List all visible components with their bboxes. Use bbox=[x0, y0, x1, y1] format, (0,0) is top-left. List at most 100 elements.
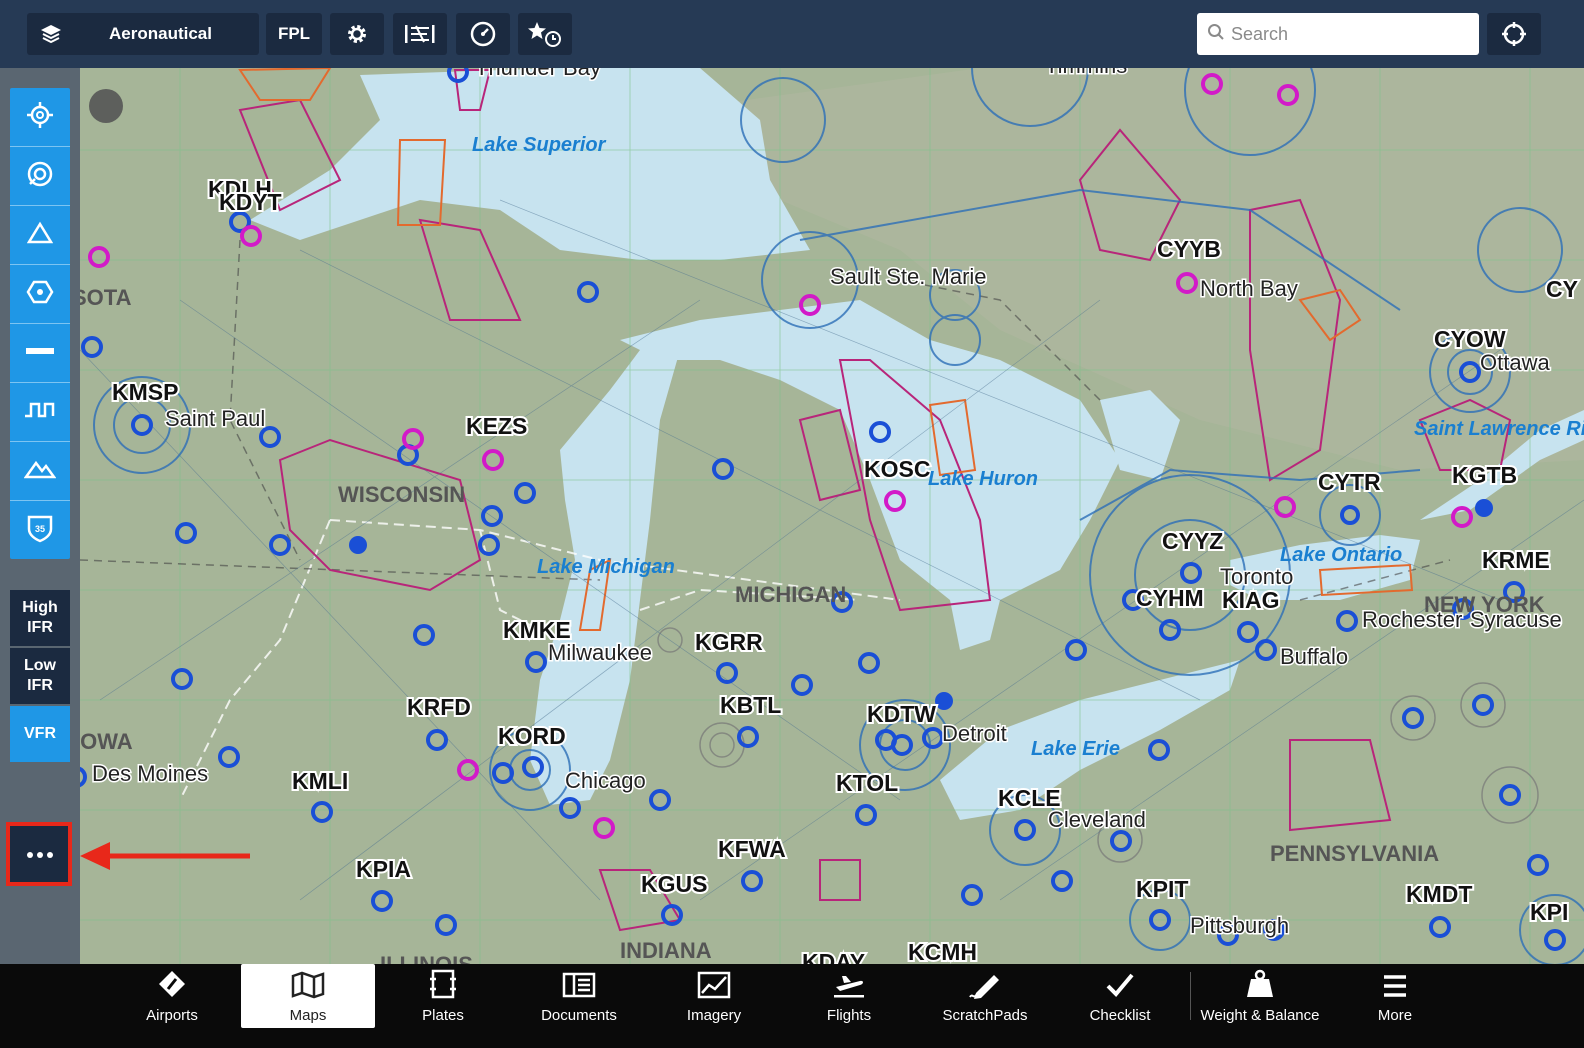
documents-icon bbox=[562, 971, 596, 1007]
layers-button[interactable]: Aeronautical bbox=[27, 13, 259, 55]
low-ifr-button[interactable]: Low IFR bbox=[10, 648, 70, 704]
airport-label: KMDT bbox=[1406, 881, 1472, 907]
airport-label: KPIA bbox=[356, 856, 411, 882]
airport-icon bbox=[157, 969, 187, 1007]
tab-label: Documents bbox=[541, 1007, 617, 1024]
runway-icon bbox=[24, 344, 56, 363]
airport-label: KBTL bbox=[720, 692, 781, 718]
instruments-button[interactable] bbox=[456, 13, 510, 55]
procedure-button[interactable] bbox=[393, 13, 447, 55]
airport-label: KPIT bbox=[1136, 876, 1188, 902]
tab-more[interactable]: More bbox=[1328, 964, 1462, 1028]
tool-center-button[interactable] bbox=[10, 88, 70, 147]
fpl-label: FPL bbox=[277, 24, 311, 43]
state-label: PENNSYLVANIA bbox=[1270, 841, 1439, 866]
lake-label: Lake Huron bbox=[928, 468, 1038, 490]
airport-label: CYYB bbox=[1157, 236, 1221, 262]
airport-label: KDAY bbox=[802, 949, 865, 964]
settings-button[interactable] bbox=[330, 13, 384, 55]
city-label: Ottawa bbox=[1480, 350, 1550, 375]
tab-maps[interactable]: Maps bbox=[241, 964, 375, 1028]
layers-label: Aeronautical bbox=[109, 24, 212, 43]
tab-label: Plates bbox=[422, 1007, 464, 1024]
aeronautical-map[interactable]: KDLH KDYT KMSP KEZS KOSC CYYB CYOW CYTR … bbox=[80, 68, 1584, 964]
mountain-icon bbox=[23, 457, 57, 486]
airport-label: KIAG bbox=[1222, 587, 1280, 613]
tool-ring-button[interactable] bbox=[10, 147, 70, 206]
tab-label: ScratchPads bbox=[942, 1007, 1028, 1024]
gps-location-button[interactable] bbox=[1487, 13, 1541, 55]
airport-label: KRFD bbox=[407, 694, 471, 720]
callout-arrow-icon bbox=[80, 842, 250, 870]
airport-label: KMSP bbox=[112, 379, 178, 405]
airport-label: KCMH bbox=[908, 939, 977, 964]
callout-highlight-box bbox=[6, 822, 72, 886]
fpl-button[interactable]: FPL bbox=[266, 13, 322, 55]
airport-label: CYOW bbox=[1434, 326, 1506, 352]
city-label: Cleveland bbox=[1048, 807, 1146, 832]
tab-scratchpads[interactable]: ScratchPads bbox=[918, 964, 1052, 1028]
airport-label: KTOL bbox=[836, 770, 898, 796]
tab-documents[interactable]: Documents bbox=[512, 964, 646, 1028]
lake-label: Lake Erie bbox=[1031, 738, 1120, 760]
scratchpad-icon bbox=[968, 971, 1002, 1007]
lake-label: Saint Lawrence River bbox=[1414, 418, 1584, 440]
airport-label: KPI bbox=[1530, 899, 1568, 925]
tab-label: More bbox=[1377, 1007, 1413, 1024]
city-label: Buffalo bbox=[1280, 644, 1348, 669]
low-ifr-label: Low IFR bbox=[24, 657, 56, 694]
tab-label: Airports bbox=[146, 1007, 198, 1024]
tab-plates[interactable]: Plates bbox=[376, 964, 510, 1028]
airport-label: KRME bbox=[1482, 547, 1550, 573]
tool-triangle-button[interactable] bbox=[10, 206, 70, 265]
airport-label: CY bbox=[1546, 276, 1578, 302]
state-label: WISCONSIN bbox=[338, 482, 465, 507]
lake-label: Lake Michigan bbox=[537, 556, 675, 578]
airport-label: KGTB bbox=[1452, 462, 1517, 488]
shield-icon: 35 bbox=[26, 513, 54, 548]
favorites-recents-button[interactable] bbox=[518, 13, 572, 55]
vfr-button[interactable]: VFR bbox=[10, 706, 70, 762]
triangle-icon bbox=[26, 221, 54, 250]
crosshair-icon bbox=[1501, 21, 1527, 47]
tool-terrain-button[interactable] bbox=[10, 442, 70, 501]
ring-icon bbox=[26, 160, 54, 193]
tab-imagery[interactable]: Imagery bbox=[647, 964, 781, 1028]
city-label: Sault Ste. Marie bbox=[830, 264, 987, 289]
tab-divider bbox=[1190, 972, 1191, 1020]
tool-airway-button[interactable]: 35 bbox=[10, 501, 70, 559]
search-input[interactable]: Search bbox=[1197, 13, 1479, 55]
gear-icon bbox=[345, 22, 369, 46]
lake-label: Lake Ontario bbox=[1280, 544, 1402, 566]
high-ifr-button[interactable]: High IFR bbox=[10, 590, 70, 646]
weight-icon bbox=[1245, 969, 1275, 1007]
airport-label: KGRR bbox=[695, 629, 763, 655]
tab-checklist[interactable]: Checklist bbox=[1053, 964, 1187, 1028]
map-icon bbox=[291, 971, 325, 1007]
tool-runway-button[interactable] bbox=[10, 324, 70, 383]
crosshair-target-icon bbox=[26, 101, 54, 134]
tab-flights[interactable]: Flights bbox=[782, 964, 916, 1028]
procedure-icon bbox=[403, 22, 437, 46]
search-icon bbox=[1207, 23, 1225, 46]
tab-airports[interactable]: Airports bbox=[105, 964, 239, 1028]
city-label: Milwaukee bbox=[548, 640, 652, 665]
tab-label: Maps bbox=[289, 1007, 327, 1024]
tab-weight-balance[interactable]: Weight & Balance bbox=[1193, 964, 1327, 1028]
city-label: Pittsburgh bbox=[1190, 913, 1289, 938]
tool-profile-button[interactable] bbox=[10, 383, 70, 442]
map-tools-panel: 35 bbox=[10, 88, 70, 559]
tab-label: Checklist bbox=[1089, 1007, 1151, 1024]
search-placeholder: Search bbox=[1231, 23, 1289, 44]
vor-icon bbox=[26, 278, 54, 311]
tool-vor-button[interactable] bbox=[10, 265, 70, 324]
state-label: SOTA bbox=[80, 285, 132, 310]
vfr-label: VFR bbox=[24, 725, 56, 742]
airport-label: KOSC bbox=[864, 456, 930, 482]
tab-label: Weight & Balance bbox=[1200, 1007, 1320, 1024]
airport-label: KEZS bbox=[466, 413, 527, 439]
bottom-tab-bar: Airports Maps Plates Documents Imagery F… bbox=[0, 964, 1584, 1048]
svg-text:35: 35 bbox=[35, 524, 45, 534]
high-ifr-label: High IFR bbox=[22, 599, 58, 636]
checklist-icon bbox=[1105, 971, 1135, 1007]
